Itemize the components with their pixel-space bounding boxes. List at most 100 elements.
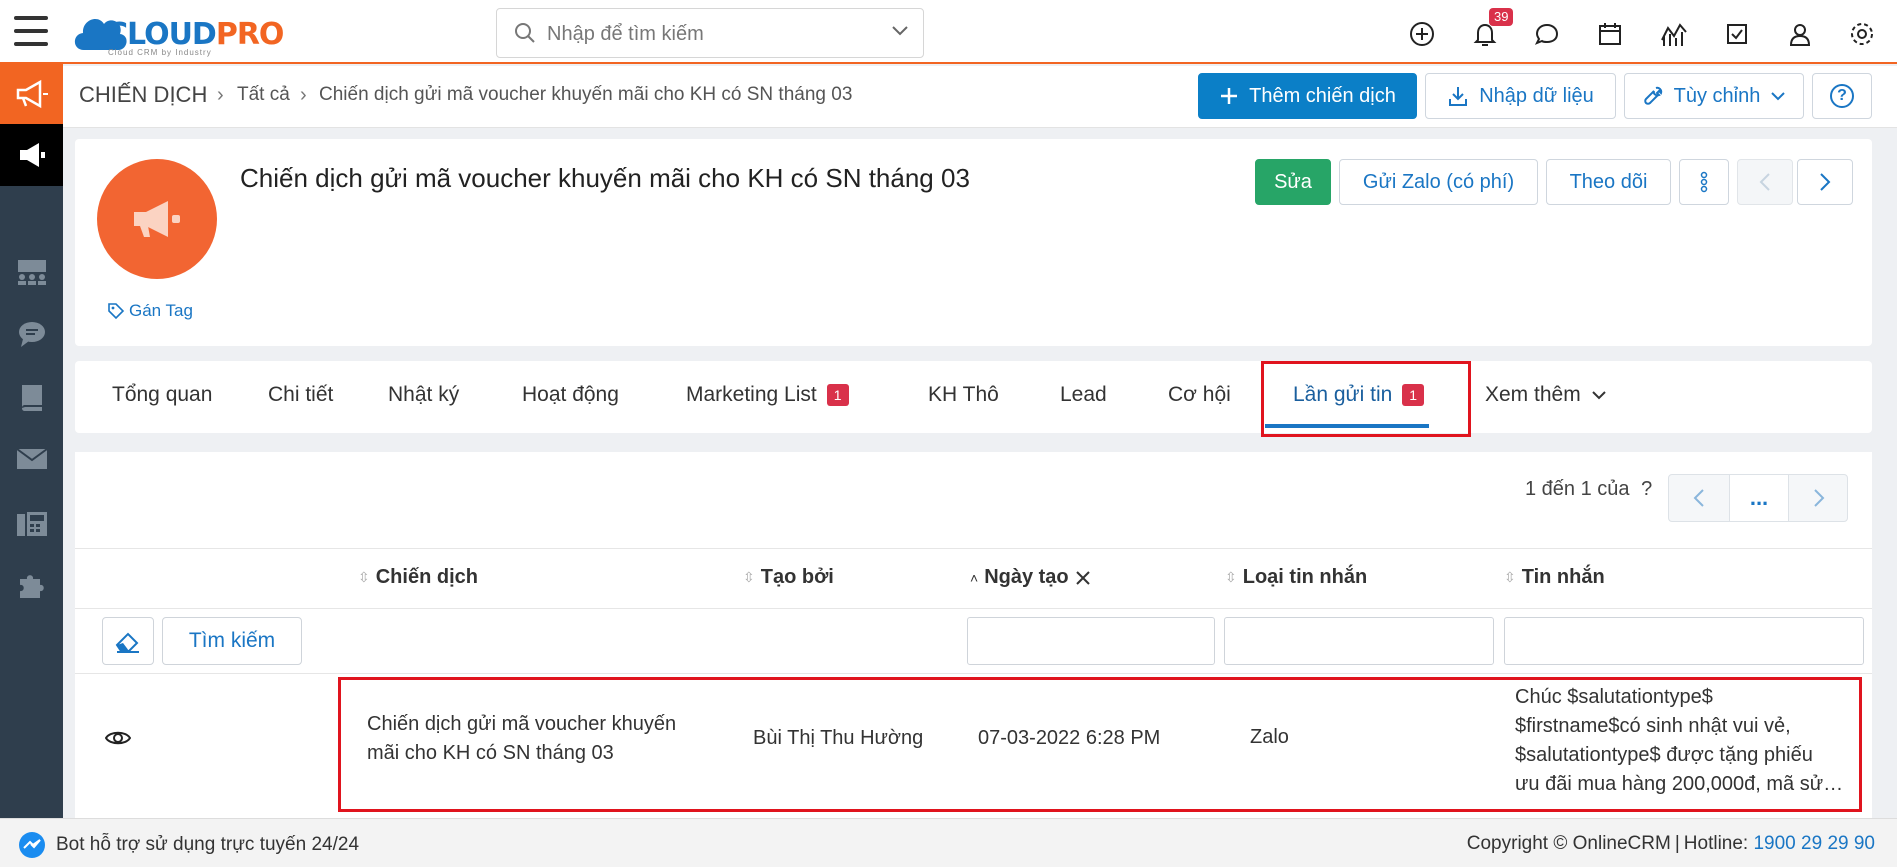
tab-overview[interactable]: Tổng quan [112,383,212,407]
logo-tagline: Cloud CRM by Industry [108,48,212,57]
record-header: Chiến dịch gửi mã voucher khuyến mãi cho… [75,139,1872,346]
filter-created-at[interactable] [967,617,1215,665]
pager-more-button[interactable]: ... [1729,475,1789,521]
chevron-down-icon [1771,92,1786,101]
follow-button[interactable]: Theo dõi [1546,159,1671,205]
campaign-avatar [97,159,217,279]
send-zalo-button[interactable]: Gửi Zalo (có phí) [1339,159,1538,205]
sidebar-item-knowledge[interactable] [0,367,63,427]
tag-icon [108,303,125,320]
close-icon[interactable] [1075,570,1091,586]
sidebar-item-extensions[interactable] [0,555,63,615]
record-tabs: Tổng quan Chi tiết Nhật ký Hoạt động Mar… [75,361,1872,433]
megaphone-icon [134,201,180,237]
chevron-left-icon [1759,173,1770,191]
eraser-icon [115,632,139,653]
bell-icon[interactable]: 39 [1465,8,1514,54]
calendar-icon[interactable] [1590,14,1630,54]
wrench-icon [1643,86,1662,105]
hotline-link[interactable]: 1900 29 29 90 [1753,833,1875,854]
sort-icon: ⇳ [1225,569,1237,585]
chevron-down-icon [1591,391,1606,400]
logo[interactable]: CLOUDPRO Cloud CRM by Industry [70,6,300,57]
breadcrumb-all[interactable]: Tất cả [237,84,290,106]
user-icon[interactable] [1780,14,1820,54]
chevron-right-icon [1820,173,1831,191]
more-actions-button[interactable] [1679,159,1729,205]
tab-lead[interactable]: Lead [1060,383,1107,407]
sort-icon: ⇳ [743,569,755,585]
gear-icon[interactable] [1842,14,1882,54]
filter-message[interactable] [1504,617,1864,665]
column-header-message-type[interactable]: ⇳ Loại tin nhắn [1225,566,1367,589]
tab-raw-customers[interactable]: KH Thô [928,383,999,407]
sidebar-item-chat[interactable] [0,304,63,364]
sort-asc-icon: ˄ [970,569,979,586]
tab-marketing-list[interactable]: Marketing List 1 [686,383,849,407]
divider [75,608,1872,609]
chart-icon[interactable] [1654,14,1694,54]
sort-icon: ⇳ [1504,569,1516,585]
tab-activities[interactable]: Hoạt động [522,383,619,407]
help-button[interactable]: ? [1812,73,1872,119]
megaphone-icon [16,79,48,109]
add-tag-link[interactable]: Gán Tag [107,301,193,321]
highlight-box-tab [1261,361,1471,437]
sidebar-item-email[interactable] [0,429,63,489]
eye-icon[interactable] [105,729,131,747]
pager-prev-button[interactable] [1669,475,1729,521]
sidebar-item-fax[interactable] [0,493,63,553]
chevron-left-icon [1693,489,1704,507]
pager: ... [1668,474,1848,522]
campaign-icon [19,143,45,167]
sidebar-item-contacts[interactable] [0,242,63,302]
filter-message-type[interactable] [1224,617,1494,665]
breadcrumb-root[interactable]: CHIẾN DỊCH [79,82,207,108]
column-header-created-by[interactable]: ⇳ Tạo bởi [743,566,834,589]
sort-icon: ⇳ [358,569,370,585]
clear-filter-button[interactable] [102,617,154,665]
notification-badge: 39 [1489,8,1514,26]
highlight-box-row [338,677,1862,812]
chevron-down-icon[interactable] [891,25,909,37]
download-icon [1449,87,1468,106]
search-input[interactable] [547,21,867,47]
checkbox-icon[interactable] [1717,14,1757,54]
chevron-right-icon: › [217,84,224,106]
search-button[interactable]: Tìm kiếm [162,617,302,665]
pager-next-button[interactable] [1789,475,1849,521]
global-search[interactable] [496,8,924,58]
breadcrumb-bar: CHIẾN DỊCH › Tất cả › Chiến dịch gửi mã … [63,66,1897,128]
previous-record-button[interactable] [1737,159,1793,205]
sidebar [0,64,63,818]
count-badge: 1 [826,384,849,406]
add-campaign-button[interactable]: Thêm chiến dịch [1198,73,1417,119]
puzzle-icon [19,575,44,598]
column-header-campaign[interactable]: ⇳ Chiến dịch [358,566,478,589]
top-bar: CLOUDPRO Cloud CRM by Industry 39 [0,0,1897,64]
edit-button[interactable]: Sửa [1255,159,1331,205]
tab-details[interactable]: Chi tiết [268,383,333,407]
menu-icon[interactable] [14,16,48,46]
breadcrumb-current: Chiến dịch gửi mã voucher khuyến mãi cho… [319,84,853,105]
sidebar-item-campaigns[interactable] [0,64,63,124]
customize-button[interactable]: Tùy chỉnh [1624,73,1804,119]
sidebar-item-campaign-detail[interactable] [0,124,63,186]
fax-icon [16,512,47,536]
users-icon [17,260,46,285]
chevron-right-icon [1814,489,1825,507]
tab-log[interactable]: Nhật ký [388,383,459,407]
record-title: Chiến dịch gửi mã voucher khuyến mãi cho… [240,163,970,193]
tab-opportunities[interactable]: Cơ hội [1168,383,1231,407]
tab-more[interactable]: Xem thêm [1485,383,1607,407]
chat-icon[interactable] [1527,14,1567,54]
mail-icon [15,448,48,469]
support-bot-link[interactable]: Bot hỗ trợ sử dụng trực tuyến 24/24 [18,831,359,859]
comment-icon [18,322,45,347]
column-header-created-at[interactable]: ˄ Ngày tạo [970,566,1091,589]
next-record-button[interactable] [1797,159,1853,205]
column-header-message[interactable]: ⇳ Tin nhắn [1504,566,1605,589]
plus-circle-icon[interactable] [1402,14,1442,54]
kebab-menu-icon [1700,171,1708,193]
import-data-button[interactable]: Nhập dữ liệu [1425,73,1616,119]
